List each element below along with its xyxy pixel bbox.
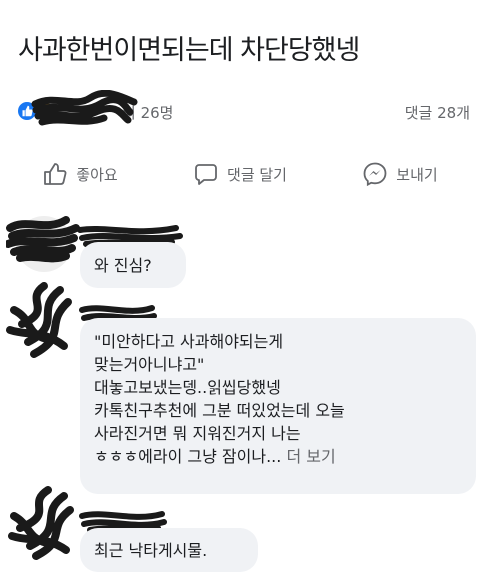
- action-bar: 좋아요 댓글 달기 보내기: [0, 150, 480, 198]
- comment-text-line: 카톡친구추천에 그분 떠있었는데 오늘: [94, 401, 345, 420]
- comment-bubble[interactable]: "미안하다고 사과해야되는게 맞는거아니냐고" 대놓고보냈는뎅..읽씹당했넹 카…: [80, 318, 476, 494]
- stats-row: 외 26명 댓글 28개: [16, 90, 476, 126]
- comment-bubble[interactable]: 최근 낙타게시물.: [80, 528, 258, 572]
- avatar[interactable]: [4, 280, 84, 360]
- like-button[interactable]: 좋아요: [0, 150, 160, 198]
- comment-text-line: 대놓고보냈는뎅..읽씹당했넹: [94, 378, 281, 397]
- avatar[interactable]: [6, 208, 82, 276]
- comment-text-line: "미안하다고 사과해야되는게: [94, 332, 284, 351]
- comment-button[interactable]: 댓글 달기: [160, 150, 320, 198]
- comment-text-line: 맞는거아니냐고": [94, 355, 205, 374]
- post-title: 사과한번이면되는데 차단당했넹: [18, 35, 360, 66]
- send-button[interactable]: 보내기: [320, 150, 480, 198]
- comment-text-last: ㅎㅎㅎ에라이 그냥 잠이나...: [94, 447, 282, 466]
- messenger-icon: [363, 162, 387, 187]
- see-more-link[interactable]: 더 보기: [286, 447, 335, 466]
- comment-text: 와 진심?: [94, 256, 152, 275]
- redaction-scribble: [31, 90, 138, 126]
- comment-text-line: ㅎㅎㅎ에라이 그냥 잠이나... 더 보기: [94, 445, 462, 468]
- comment-text-line: 사라진거면 뭐 지워진거지 나는: [94, 424, 301, 443]
- thumbs-up-icon: [44, 163, 67, 185]
- comment-bubble[interactable]: 와 진심?: [80, 242, 186, 288]
- comment-count[interactable]: 댓글 28개: [405, 102, 470, 123]
- send-label: 보내기: [396, 165, 438, 184]
- like-label: 좋아요: [76, 165, 118, 184]
- comment-label: 댓글 달기: [227, 165, 287, 184]
- avatar[interactable]: [4, 486, 84, 562]
- comment-text: 최근 낙타게시물.: [94, 541, 208, 560]
- speech-bubble-icon: [195, 164, 217, 185]
